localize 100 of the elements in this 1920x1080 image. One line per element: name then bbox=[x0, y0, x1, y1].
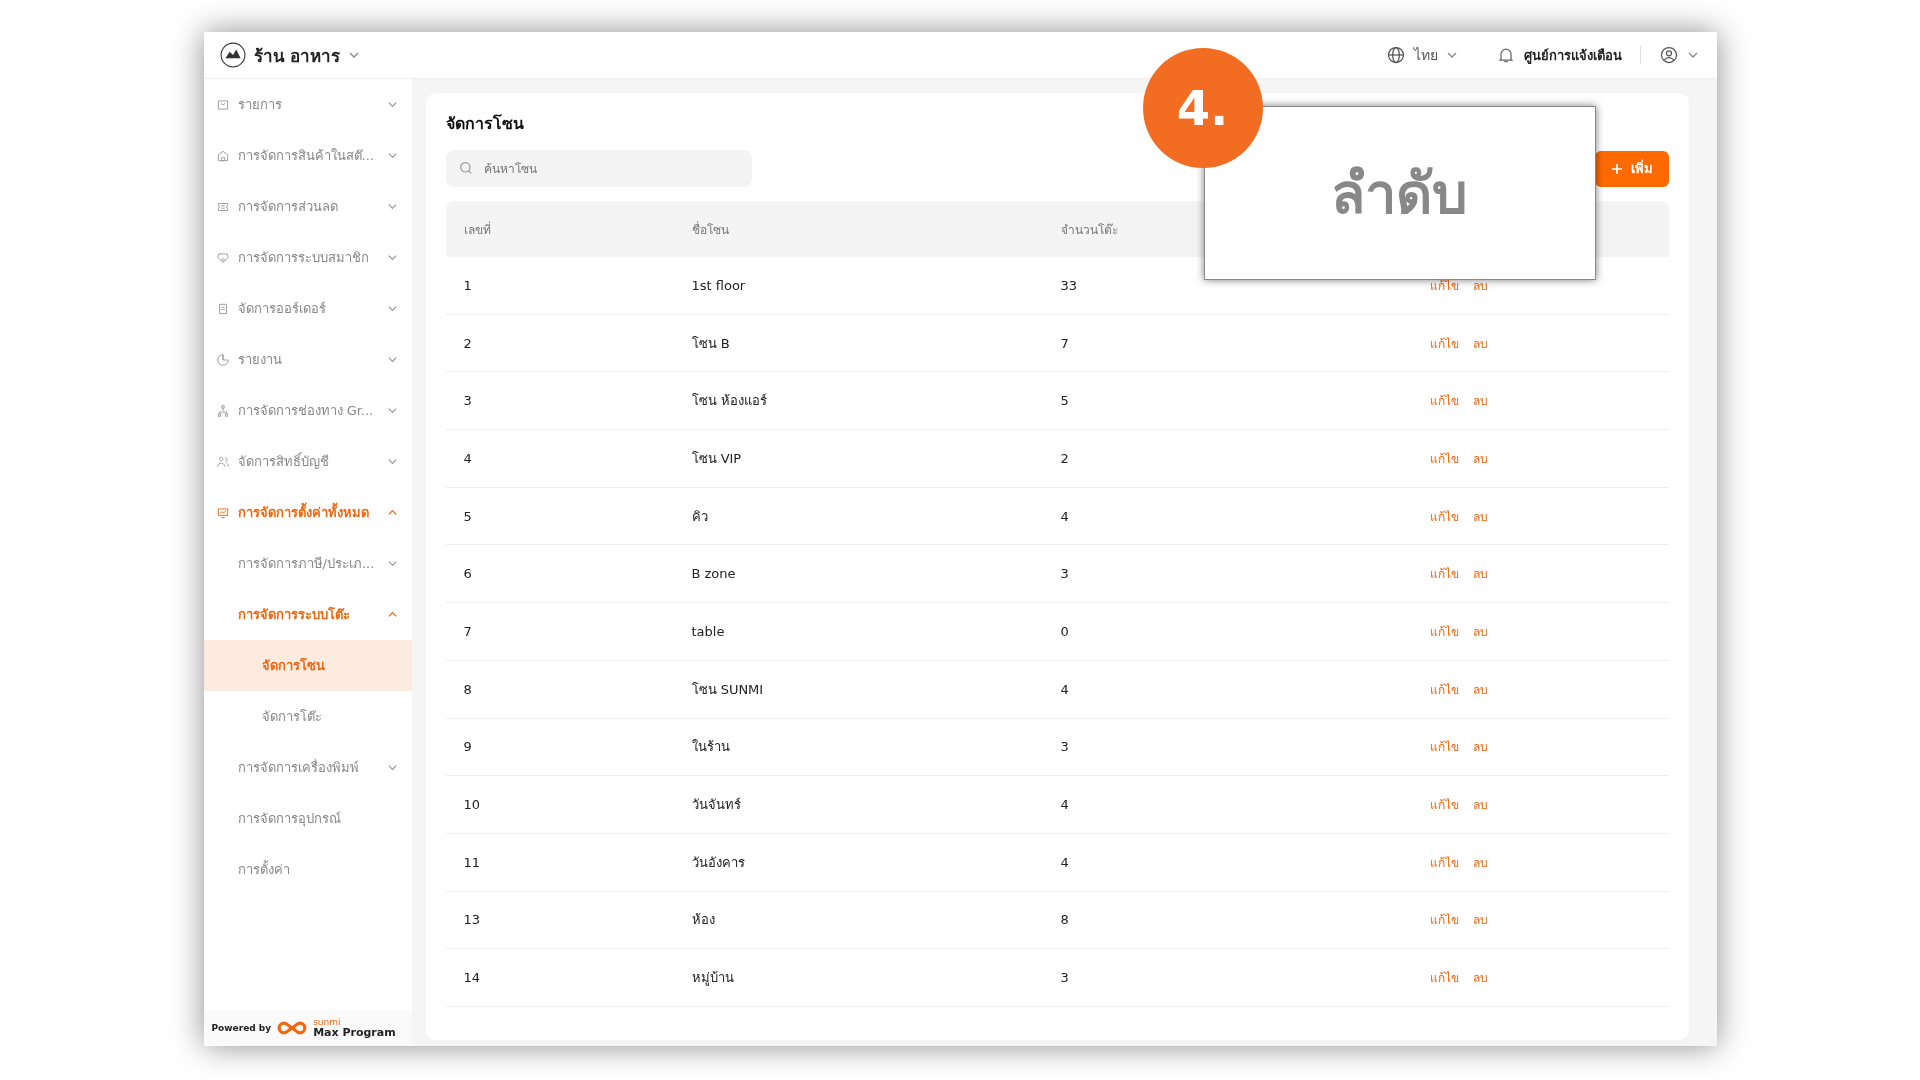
delete-link[interactable]: ลบ bbox=[1472, 448, 1488, 468]
delete-link[interactable]: ลบ bbox=[1472, 737, 1488, 757]
edit-link[interactable]: แก้ไข bbox=[1429, 506, 1459, 526]
edit-link[interactable]: แก้ไข bbox=[1429, 679, 1459, 699]
table-cell-text: โซน B bbox=[691, 334, 731, 353]
menu-item-icon bbox=[215, 97, 230, 112]
delete-link[interactable]: ลบ bbox=[1472, 795, 1488, 815]
edit-link[interactable]: แก้ไข bbox=[1429, 737, 1459, 757]
sidebar-menu-item[interactable]: การจัดการระบบสมาชิก bbox=[203, 232, 412, 283]
table-cell-text: 1 bbox=[462, 277, 473, 293]
sidebar-menu-item[interactable]: การจัดการภาษี/ประเภ... bbox=[203, 538, 412, 589]
edit-link[interactable]: แก้ไข bbox=[1429, 852, 1459, 872]
table-cell-text: 4 bbox=[462, 450, 473, 466]
sidebar-menu-item[interactable]: การจัดการช่องทาง Gr... bbox=[203, 385, 412, 436]
sidebar-menu-item[interactable]: การจัดการตั้งค่าทั้งหมด bbox=[203, 487, 412, 538]
chevron-down-icon bbox=[386, 762, 398, 773]
column-header: จำนวนโต๊ะ bbox=[1060, 221, 1119, 239]
chevron-down-icon bbox=[386, 456, 398, 467]
table-cell-text: 4 bbox=[1060, 797, 1070, 813]
chevron-up-icon bbox=[386, 609, 398, 620]
sidebar-menu-item[interactable]: การจัดการอุปกรณ์ bbox=[203, 793, 412, 844]
table-cell-text: 13 bbox=[462, 912, 482, 928]
infinity-logo-icon bbox=[276, 1020, 309, 1036]
menu-item-icon bbox=[215, 352, 230, 367]
sidebar-menu-item[interactable]: การจัดการส่วนลด bbox=[203, 181, 412, 232]
edit-link[interactable]: แก้ไข bbox=[1429, 621, 1459, 641]
language-selector[interactable]: ไทย bbox=[1413, 44, 1438, 66]
delete-link[interactable]: ลบ bbox=[1472, 910, 1488, 930]
table-cell-text: 3 bbox=[1060, 970, 1070, 986]
table-cell-text: หมู่บ้าน bbox=[691, 969, 735, 988]
chevron-down-icon bbox=[386, 99, 398, 110]
menu-item-icon bbox=[215, 148, 230, 163]
table-cell-text: 1st floor bbox=[691, 277, 747, 293]
table-cell-text: ในร้าน bbox=[691, 738, 731, 757]
chevron-down-icon bbox=[386, 405, 398, 416]
delete-link[interactable]: ลบ bbox=[1472, 621, 1488, 641]
table-cell-text: table bbox=[691, 623, 726, 639]
notification-center-link[interactable]: ศูนย์การแจ้งเตือน bbox=[1523, 44, 1622, 66]
store-logo-icon bbox=[219, 42, 246, 68]
delete-link[interactable]: ลบ bbox=[1472, 679, 1488, 699]
sidebar-menu-item[interactable]: รายการ bbox=[203, 79, 412, 130]
chevron-down-icon bbox=[386, 303, 398, 314]
edit-link[interactable]: แก้ไข bbox=[1429, 910, 1459, 930]
table-cell-text: 5 bbox=[1060, 393, 1070, 409]
delete-link[interactable]: ลบ bbox=[1472, 333, 1488, 353]
table-cell-text: ห้อง bbox=[691, 911, 716, 930]
column-header: เลขที่ bbox=[462, 220, 492, 239]
sidebar-menu-item[interactable]: จัดการโซน bbox=[203, 640, 412, 691]
menu-item-icon bbox=[215, 403, 230, 418]
sidebar-menu-item[interactable]: จัดการสิทธิ์บัญชี bbox=[203, 436, 412, 487]
globe-icon[interactable] bbox=[1385, 45, 1406, 65]
table-cell-text: 33 bbox=[1060, 277, 1079, 293]
search-icon bbox=[457, 160, 474, 176]
table-cell-text: 8 bbox=[1060, 912, 1070, 928]
edit-link[interactable]: แก้ไข bbox=[1429, 968, 1459, 988]
table-cell-text: 5 bbox=[462, 508, 473, 524]
edit-link[interactable]: แก้ไข bbox=[1429, 564, 1459, 584]
sidebar-menu-item[interactable]: การตั้งค่า bbox=[203, 844, 412, 895]
delete-link[interactable]: ลบ bbox=[1472, 275, 1488, 295]
menu-item-icon bbox=[215, 250, 230, 265]
table-cell-text: 4 bbox=[1060, 508, 1070, 524]
table-cell-text: 6 bbox=[462, 566, 473, 582]
powered-by-text: Powered by bbox=[211, 1023, 272, 1033]
sidebar-menu-item[interactable]: การจัดการเครื่องพิมพ์ bbox=[203, 742, 412, 793]
sidebar-menu-item[interactable]: จัดการออร์เดอร์ bbox=[203, 283, 412, 334]
sidebar-menu-item[interactable]: รายงาน bbox=[203, 334, 412, 385]
chevron-down-icon bbox=[386, 252, 398, 263]
menu-item-icon bbox=[215, 505, 230, 520]
sidebar-menu-item[interactable]: การจัดการระบบโต๊ะ bbox=[203, 589, 412, 640]
menu-item-icon bbox=[215, 454, 230, 469]
edit-link[interactable]: แก้ไข bbox=[1429, 275, 1459, 295]
table-cell-text: โซน SUNMI bbox=[691, 680, 765, 699]
table-cell-text: 0 bbox=[1060, 623, 1070, 639]
table-cell-text: B zone bbox=[691, 566, 737, 582]
edit-link[interactable]: แก้ไข bbox=[1429, 333, 1459, 353]
edit-link[interactable]: แก้ไข bbox=[1429, 795, 1459, 815]
edit-link[interactable]: แก้ไข bbox=[1429, 391, 1459, 411]
edit-link[interactable]: แก้ไข bbox=[1429, 448, 1459, 468]
column-header: ชื่อโซน bbox=[691, 220, 730, 239]
store-name[interactable]: ร้าน อาหาร bbox=[253, 41, 341, 69]
sidebar-menu-item[interactable]: จัดการโต๊ะ bbox=[203, 691, 412, 742]
delete-link[interactable]: ลบ bbox=[1472, 968, 1488, 988]
chevron-down-icon bbox=[386, 201, 398, 212]
delete-link[interactable]: ลบ bbox=[1472, 391, 1488, 411]
sidebar-menu-item[interactable]: การจัดการสินค้าในสต๊... bbox=[203, 130, 412, 181]
delete-link[interactable]: ลบ bbox=[1472, 564, 1488, 584]
delete-link[interactable]: ลบ bbox=[1472, 506, 1488, 526]
table-cell-text: วันจันทร์ bbox=[691, 796, 742, 815]
table-cell-text: 2 bbox=[462, 335, 473, 351]
user-avatar-icon[interactable] bbox=[1658, 45, 1679, 65]
chevron-down-icon bbox=[386, 354, 398, 365]
add-button[interactable]: เพิ่ม bbox=[1594, 150, 1669, 187]
table-cell-text: วันอังคาร bbox=[691, 853, 746, 872]
delete-link[interactable]: ลบ bbox=[1472, 852, 1488, 872]
table-cell-text: 3 bbox=[462, 393, 473, 409]
table-cell-text: 7 bbox=[1060, 335, 1070, 351]
search-field[interactable]: ค้นหาโซน bbox=[445, 150, 752, 187]
table-cell-text: โซน VIP bbox=[691, 449, 743, 468]
table-cell-text: 4 bbox=[1060, 681, 1070, 697]
table-cell-text: 9 bbox=[462, 739, 473, 755]
